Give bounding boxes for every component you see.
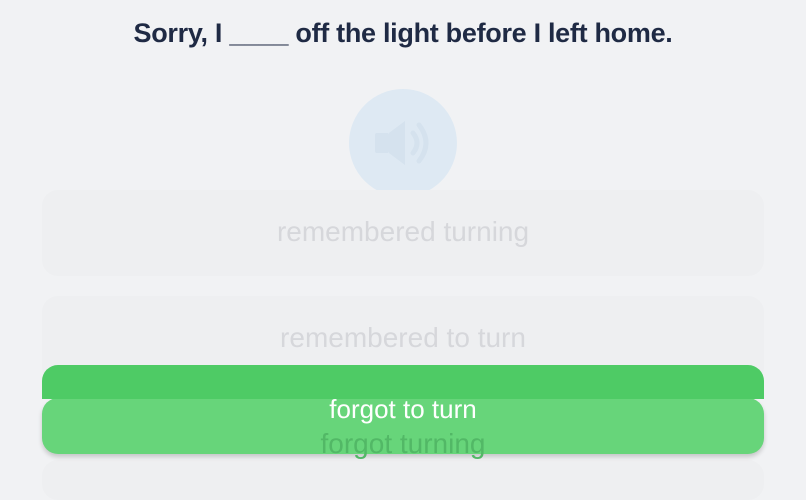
option-label: remembered turning: [276, 216, 530, 247]
question-text: Sorry, I ____ off the light before I lef…: [133, 18, 673, 48]
speaker-icon: [375, 121, 429, 165]
audio-play-button[interactable]: [349, 89, 457, 197]
option-label: remembered to turn: [280, 322, 526, 353]
selected-option-label: forgot to turn: [329, 394, 477, 424]
option-remembered-turning[interactable]: remembered turning: [42, 190, 764, 276]
option-4-background: [42, 460, 764, 500]
